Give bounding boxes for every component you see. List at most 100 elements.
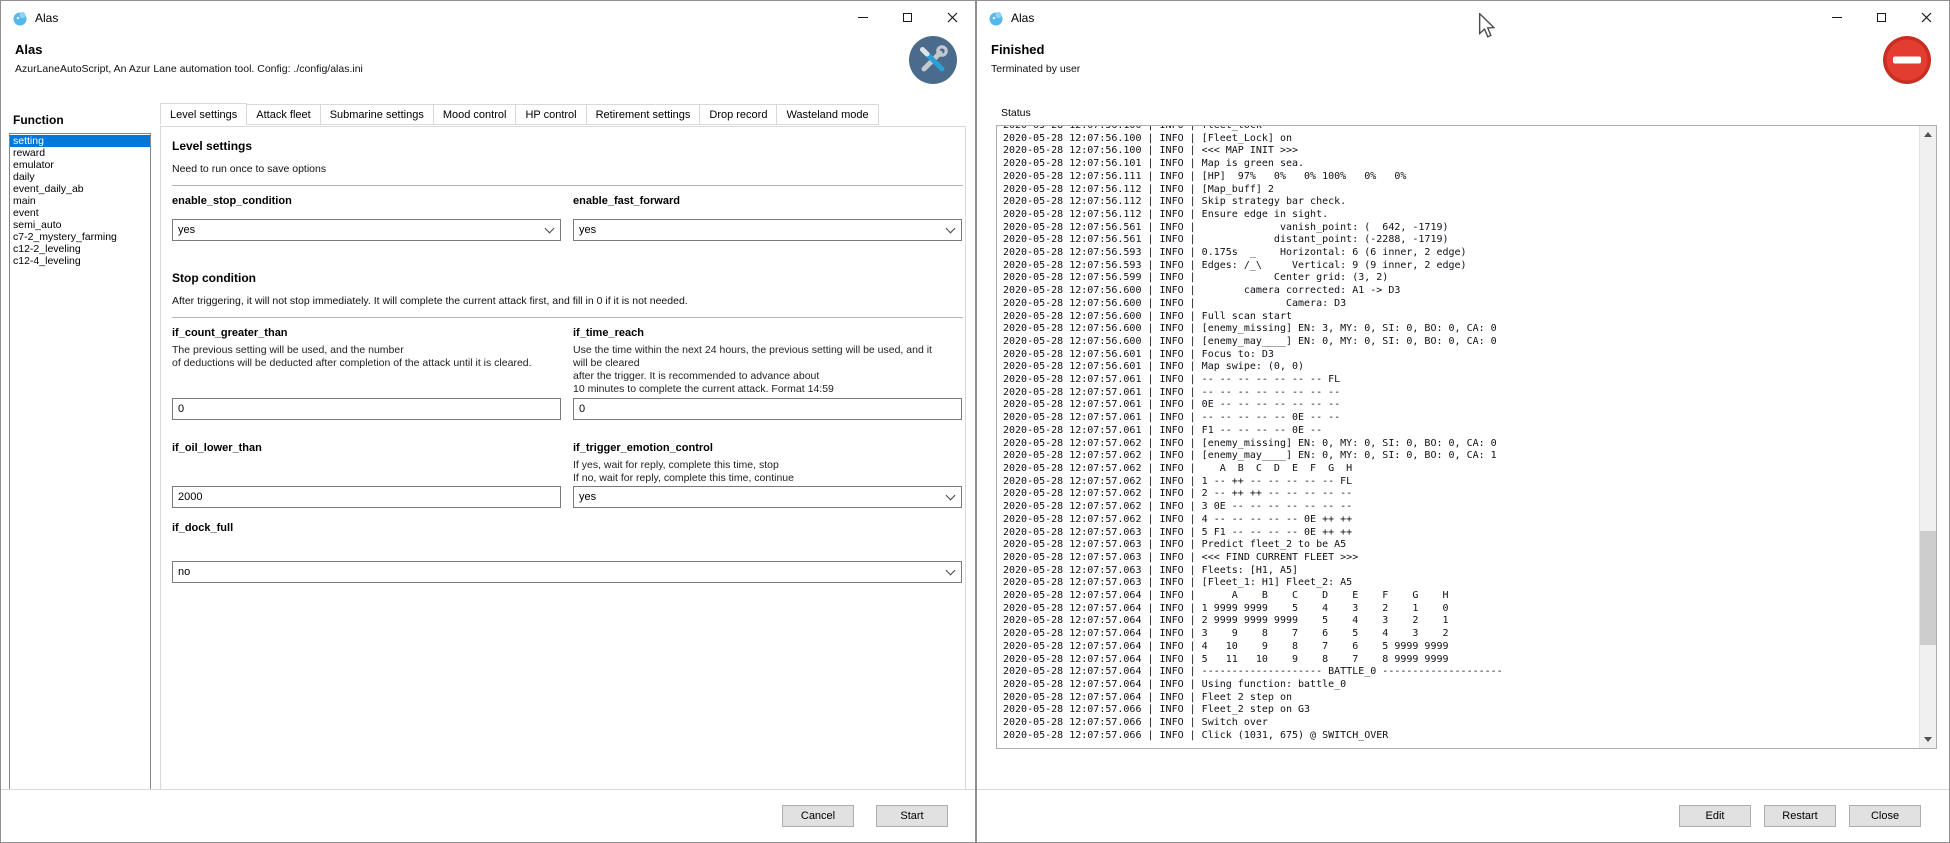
alas-log-window: Alas Finished Terminated by user Statu (976, 0, 1950, 843)
section-divider (172, 317, 963, 318)
function-list-item[interactable]: c7-2_mystery_farming (10, 231, 150, 243)
function-list-item[interactable]: emulator (10, 159, 150, 171)
bottom-bar: Edit Restart Close (977, 789, 1949, 842)
window-header: Alas AzurLaneAutoScript, An Azur Lane au… (15, 42, 363, 75)
minimize-button[interactable] (1814, 1, 1859, 34)
minimize-icon (1832, 17, 1842, 18)
function-list-item[interactable]: c12-4_leveling (10, 255, 150, 267)
field-enable-stop-condition: enable_stop_condition yes (172, 195, 561, 241)
app-icon (988, 10, 1004, 26)
tab[interactable]: HP control (515, 104, 586, 125)
settings-tab-control: Level settingsAttack fleetSubmarine sett… (160, 104, 966, 790)
tab[interactable]: Submarine settings (320, 104, 434, 125)
if-oil-lower-than-input[interactable] (172, 486, 561, 508)
selected-value: yes (579, 224, 596, 236)
tab[interactable]: Level settings (160, 103, 247, 125)
field-label: enable_fast_forward (573, 195, 962, 207)
field-if-oil-lower-than: if_oil_lower_than (172, 442, 561, 508)
function-list-item[interactable]: reward (10, 147, 150, 159)
section-heading: Level settings (172, 139, 963, 153)
selected-value: no (178, 566, 190, 578)
field-help: If yes, wait for reply, complete this ti… (573, 459, 962, 485)
field-help: The previous setting will be used, and t… (172, 344, 561, 370)
section-heading: Stop condition (172, 271, 963, 285)
minimize-button[interactable] (840, 1, 885, 34)
close-window-button[interactable]: Close (1849, 805, 1921, 827)
selected-value: yes (579, 491, 596, 503)
chevron-down-icon (946, 490, 956, 500)
chevron-down-icon (545, 223, 555, 233)
log-scrollbar[interactable] (1919, 126, 1936, 748)
function-list-item[interactable]: event (10, 207, 150, 219)
close-button[interactable] (1904, 1, 1949, 34)
function-list: settingrewardemulatordailyevent_daily_ab… (9, 133, 151, 793)
maximize-icon (903, 13, 912, 22)
tab-panel-level-settings: Level settings Need to run once to save … (160, 126, 966, 790)
run-status-header: Finished Terminated by user (991, 42, 1080, 75)
page-subtitle: AzurLaneAutoScript, An Azur Lane automat… (15, 63, 363, 75)
tab[interactable]: Mood control (433, 104, 517, 125)
function-list-item[interactable]: daily (10, 171, 150, 183)
maximize-button[interactable] (885, 1, 930, 34)
section-divider (172, 185, 963, 186)
titlebar[interactable]: Alas (977, 1, 1949, 34)
window-title: Alas (1011, 11, 1034, 25)
if-trigger-emotion-control-select[interactable]: yes (573, 486, 962, 508)
stop-badge-icon (1883, 36, 1931, 84)
tab[interactable]: Retirement settings (586, 104, 701, 125)
enable-stop-condition-select[interactable]: yes (172, 219, 561, 241)
field-label: if_trigger_emotion_control (573, 442, 962, 454)
close-button[interactable] (930, 1, 975, 34)
tools-badge-icon (909, 36, 957, 84)
minimize-icon (858, 17, 868, 18)
alas-settings-window: Alas Alas AzurLaneAutoScript, An Azur La… (0, 0, 976, 843)
edit-button[interactable]: Edit (1679, 805, 1751, 827)
scroll-up-icon (1924, 132, 1932, 137)
restart-button[interactable]: Restart (1764, 805, 1836, 827)
run-status-title: Finished (991, 42, 1080, 57)
field-label: if_dock_full (172, 522, 962, 534)
titlebar[interactable]: Alas (1, 1, 975, 34)
scrollbar-thumb[interactable] (1920, 531, 1936, 645)
chevron-down-icon (946, 565, 956, 575)
function-list-item[interactable]: setting (10, 135, 150, 147)
field-enable-fast-forward: enable_fast_forward yes (573, 195, 962, 241)
field-label: enable_stop_condition (172, 195, 561, 207)
maximize-button[interactable] (1859, 1, 1904, 34)
function-list-item[interactable]: event_daily_ab (10, 183, 150, 195)
scroll-up-button[interactable] (1920, 126, 1936, 143)
close-icon (947, 12, 958, 23)
status-label: Status (1001, 107, 1031, 119)
if-time-reach-input[interactable] (573, 398, 962, 420)
tab[interactable]: Wasteland mode (776, 104, 878, 125)
cancel-button[interactable]: Cancel (782, 805, 854, 827)
field-label: if_time_reach (573, 327, 962, 339)
window-title: Alas (35, 11, 58, 25)
start-button[interactable]: Start (876, 805, 948, 827)
run-status-detail: Terminated by user (991, 63, 1080, 75)
section-description: After triggering, it will not stop immed… (172, 295, 963, 307)
field-if-count-greater-than: if_count_greater_than The previous setti… (172, 327, 561, 420)
if-dock-full-select[interactable]: no (172, 561, 962, 583)
function-list-item[interactable]: main (10, 195, 150, 207)
bottom-bar: Cancel Start (1, 789, 975, 842)
scroll-down-button[interactable] (1920, 731, 1936, 748)
if-count-greater-than-input[interactable] (172, 398, 561, 420)
tab[interactable]: Attack fleet (246, 104, 320, 125)
field-label: if_count_greater_than (172, 327, 561, 339)
tab[interactable]: Drop record (699, 104, 777, 125)
function-list-item[interactable]: semi_auto (10, 219, 150, 231)
tab-strip: Level settingsAttack fleetSubmarine sett… (160, 104, 966, 125)
function-panel-label: Function (13, 113, 64, 127)
enable-fast-forward-select[interactable]: yes (573, 219, 962, 241)
function-list-item[interactable]: c12-2_leveling (10, 243, 150, 255)
field-if-time-reach: if_time_reach Use the time within the ne… (573, 327, 962, 420)
desktop: Alas Alas AzurLaneAutoScript, An Azur La… (0, 0, 1950, 843)
section-description: Need to run once to save options (172, 163, 963, 175)
close-icon (1921, 12, 1932, 23)
field-if-dock-full: if_dock_full no (172, 522, 962, 583)
field-help: Use the time within the next 24 hours, t… (573, 344, 962, 396)
maximize-icon (1877, 13, 1886, 22)
selected-value: yes (178, 224, 195, 236)
field-label: if_oil_lower_than (172, 442, 561, 454)
